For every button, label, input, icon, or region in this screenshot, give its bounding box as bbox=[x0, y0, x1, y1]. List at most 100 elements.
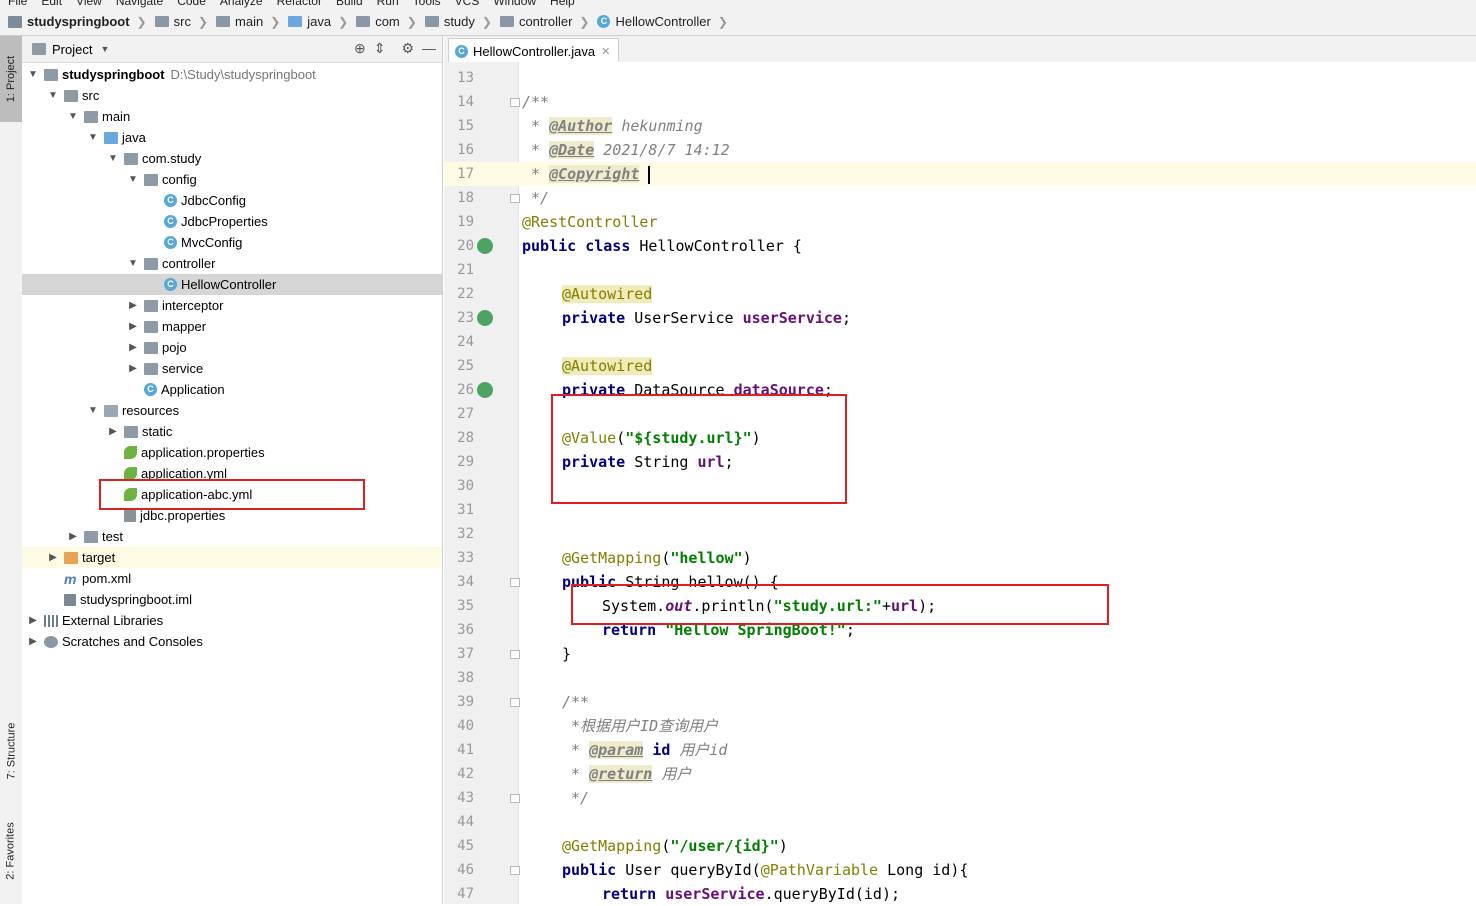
line-number: 40 bbox=[457, 718, 474, 734]
breadcrumb-item-java[interactable]: java ❯ bbox=[280, 8, 348, 36]
chevron-right-icon[interactable]: ▶ bbox=[126, 321, 140, 332]
spring-bean-gutter-icon[interactable] bbox=[477, 310, 493, 326]
line-number: 39 bbox=[457, 694, 474, 710]
fold-marker-icon[interactable] bbox=[510, 794, 520, 803]
line-number: 28 bbox=[457, 430, 474, 446]
project-tool-tab[interactable]: 1: Project bbox=[0, 36, 22, 122]
fold-marker-icon[interactable] bbox=[510, 650, 520, 659]
code-line: public class HellowController { bbox=[522, 234, 802, 258]
tree-item[interactable]: C JdbcProperties bbox=[22, 211, 442, 232]
code-line: public User queryById(@PathVariable Long… bbox=[562, 858, 968, 882]
tree-item-label: src bbox=[82, 88, 100, 103]
excluded-folder-icon bbox=[64, 551, 78, 564]
line-number: 20 bbox=[457, 238, 474, 254]
tree-item[interactable]: ▶ Scratches and Consoles bbox=[22, 631, 442, 652]
code-token: ) bbox=[742, 549, 752, 567]
tree-item[interactable]: ▶ target bbox=[22, 547, 442, 568]
breadcrumb-item-study[interactable]: study ❯ bbox=[417, 8, 492, 36]
fold-marker-icon[interactable] bbox=[510, 866, 520, 875]
tree-item-label: test bbox=[102, 529, 123, 544]
tree-item[interactable]: m pom.xml bbox=[22, 568, 442, 589]
tree-item[interactable]: studyspringboot.iml bbox=[22, 589, 442, 610]
line-number: 21 bbox=[457, 262, 474, 278]
tab-hellowcontroller[interactable]: C HellowController.java ✕ bbox=[448, 38, 620, 63]
tree-item[interactable]: ▶ interceptor bbox=[22, 295, 442, 316]
breadcrumb-label: com bbox=[375, 14, 400, 29]
tree-item[interactable]: ▼ resources bbox=[22, 400, 442, 421]
structure-tool-tab[interactable]: 7: Structure bbox=[0, 706, 22, 796]
favorites-tool-label: 2: Favorites bbox=[5, 822, 17, 880]
tree-item[interactable]: ▼ controller bbox=[22, 253, 442, 274]
chevron-down-icon[interactable]: ▼ bbox=[86, 405, 100, 416]
spring-bean-gutter-icon[interactable] bbox=[477, 382, 493, 398]
tree-item[interactable]: ▶ pojo bbox=[22, 337, 442, 358]
breadcrumb-item-controller[interactable]: controller ❯ bbox=[492, 8, 589, 36]
fold-marker-icon[interactable] bbox=[510, 194, 520, 203]
tree-item[interactable]: C HellowController bbox=[22, 274, 442, 295]
code-token: UserService bbox=[634, 309, 743, 327]
breadcrumb-item-hellowcontroller[interactable]: C HellowController ❯ bbox=[589, 8, 728, 36]
favorites-tool-tab[interactable]: 2: Favorites bbox=[0, 806, 22, 896]
tree-item[interactable]: application.properties bbox=[22, 442, 442, 463]
line-number: 31 bbox=[457, 502, 474, 518]
breadcrumb-item-main[interactable]: main ❯ bbox=[208, 8, 280, 36]
structure-tool-label: 7: Structure bbox=[5, 722, 18, 780]
tree-item[interactable]: ▼ config bbox=[22, 169, 442, 190]
chevron-right-icon[interactable]: ▶ bbox=[126, 300, 140, 311]
tree-item[interactable]: ▶ External Libraries bbox=[22, 610, 442, 631]
tree-item[interactable]: ▼ com.study bbox=[22, 148, 442, 169]
line-number: 47 bbox=[457, 886, 474, 902]
line-number: 29 bbox=[457, 454, 474, 470]
tree-item[interactable]: ▶ service bbox=[22, 358, 442, 379]
chevron-down-icon[interactable]: ▼ bbox=[86, 132, 100, 143]
chevron-right-icon[interactable]: ▶ bbox=[46, 552, 60, 563]
breadcrumb-separator-icon: ❯ bbox=[717, 14, 728, 29]
close-icon[interactable]: ✕ bbox=[601, 45, 610, 58]
tree-item[interactable]: ▶ test bbox=[22, 526, 442, 547]
chevron-right-icon[interactable]: ▶ bbox=[66, 531, 80, 542]
chevron-down-icon[interactable]: ▼ bbox=[46, 90, 60, 101]
tree-item[interactable]: C MvcConfig bbox=[22, 232, 442, 253]
line-number: 33 bbox=[457, 550, 474, 566]
project-view-selector[interactable]: Project ▼ bbox=[32, 42, 109, 57]
chevron-down-icon[interactable]: ▼ bbox=[26, 69, 40, 80]
breadcrumb-item-studyspringboot[interactable]: studyspringboot ❯ bbox=[0, 8, 147, 36]
fold-marker-icon[interactable] bbox=[510, 578, 520, 587]
fold-marker-icon[interactable] bbox=[510, 98, 520, 107]
chevron-down-icon[interactable]: ▼ bbox=[106, 153, 120, 164]
chevron-down-icon[interactable]: ▼ bbox=[126, 258, 140, 269]
project-panel: Project ▼ ⊕ ⇕ ⚙ — ▼ studyspringboot D:\Stu… bbox=[22, 36, 443, 904]
hide-icon[interactable]: — bbox=[422, 40, 436, 57]
chevron-down-icon[interactable]: ▼ bbox=[66, 111, 80, 122]
chevron-right-icon[interactable]: ▶ bbox=[126, 342, 140, 353]
project-panel-header: Project ▼ ⊕ ⇕ ⚙ — bbox=[22, 36, 442, 63]
tree-item[interactable]: ▶ static bbox=[22, 421, 442, 442]
line-number: 24 bbox=[457, 334, 474, 350]
tree-item[interactable]: C JdbcConfig bbox=[22, 190, 442, 211]
chevron-right-icon[interactable]: ▶ bbox=[126, 363, 140, 374]
tree-item[interactable]: C Application bbox=[22, 379, 442, 400]
breadcrumb: studyspringboot ❯ src ❯ main ❯ java ❯ com ❯ study ❯… bbox=[0, 8, 1476, 36]
breadcrumb-item-com[interactable]: com ❯ bbox=[348, 8, 417, 36]
chevron-right-icon[interactable]: ▶ bbox=[106, 426, 120, 437]
chevron-down-icon[interactable]: ▼ bbox=[126, 174, 140, 185]
locate-icon[interactable]: ⊕ bbox=[354, 40, 366, 57]
project-tool-label: 1: Project bbox=[5, 55, 17, 103]
line-number: 18 bbox=[457, 190, 474, 206]
folder-icon bbox=[154, 16, 169, 27]
chevron-right-icon[interactable]: ▶ bbox=[26, 615, 40, 626]
fold-marker-icon[interactable] bbox=[510, 698, 520, 707]
tree-item[interactable]: ▶ mapper bbox=[22, 316, 442, 337]
spring-bean-gutter-icon[interactable] bbox=[477, 238, 493, 254]
tree-item[interactable]: ▼ main bbox=[22, 106, 442, 127]
line-number: 36 bbox=[457, 622, 474, 638]
code-token: * bbox=[562, 741, 590, 759]
gear-icon[interactable]: ⚙ bbox=[401, 40, 414, 57]
chevron-right-icon[interactable]: ▶ bbox=[26, 636, 40, 647]
line-number: 45 bbox=[457, 838, 474, 854]
tree-item[interactable]: ▼ studyspringboot D:\Study\studyspringboot bbox=[22, 64, 442, 85]
collapse-all-icon[interactable]: ⇕ bbox=[374, 40, 386, 57]
tree-item[interactable]: ▼ java bbox=[22, 127, 442, 148]
breadcrumb-item-src[interactable]: src ❯ bbox=[147, 8, 208, 36]
tree-item[interactable]: ▼ src bbox=[22, 85, 442, 106]
